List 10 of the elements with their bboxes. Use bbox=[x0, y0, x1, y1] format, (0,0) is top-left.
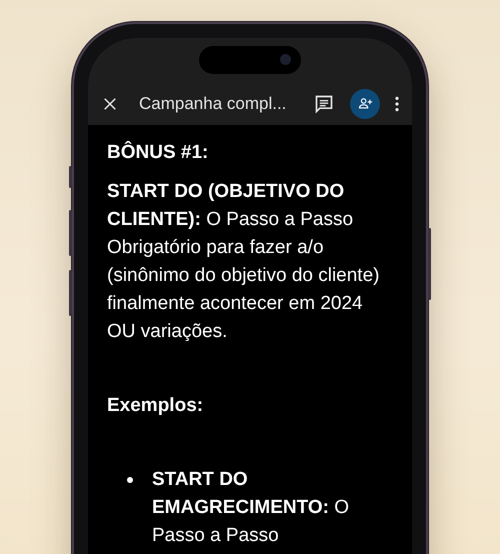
heading: BÔNUS #1: bbox=[107, 140, 210, 165]
document-title: Campanha compl... bbox=[139, 94, 288, 114]
add-person-icon bbox=[358, 96, 372, 111]
paragraph: START DO (OBJETIVO DO CLIENTE): O Passo a Passo Obrigatório para fazer a/o (sinônimo do objetivo do cliente) finalmente acontecer em 2024 OU variações. bbox=[107, 180, 380, 344]
examples-label: Exemplos: bbox=[107, 394, 204, 418]
more-icon[interactable] bbox=[394, 96, 400, 112]
add-person-button[interactable] bbox=[350, 88, 380, 118]
bullet-icon bbox=[127, 477, 133, 483]
comment-icon[interactable] bbox=[314, 94, 334, 114]
list-item: START DO EMAGRECIMENTO: O Passo a Passo bbox=[152, 468, 350, 548]
